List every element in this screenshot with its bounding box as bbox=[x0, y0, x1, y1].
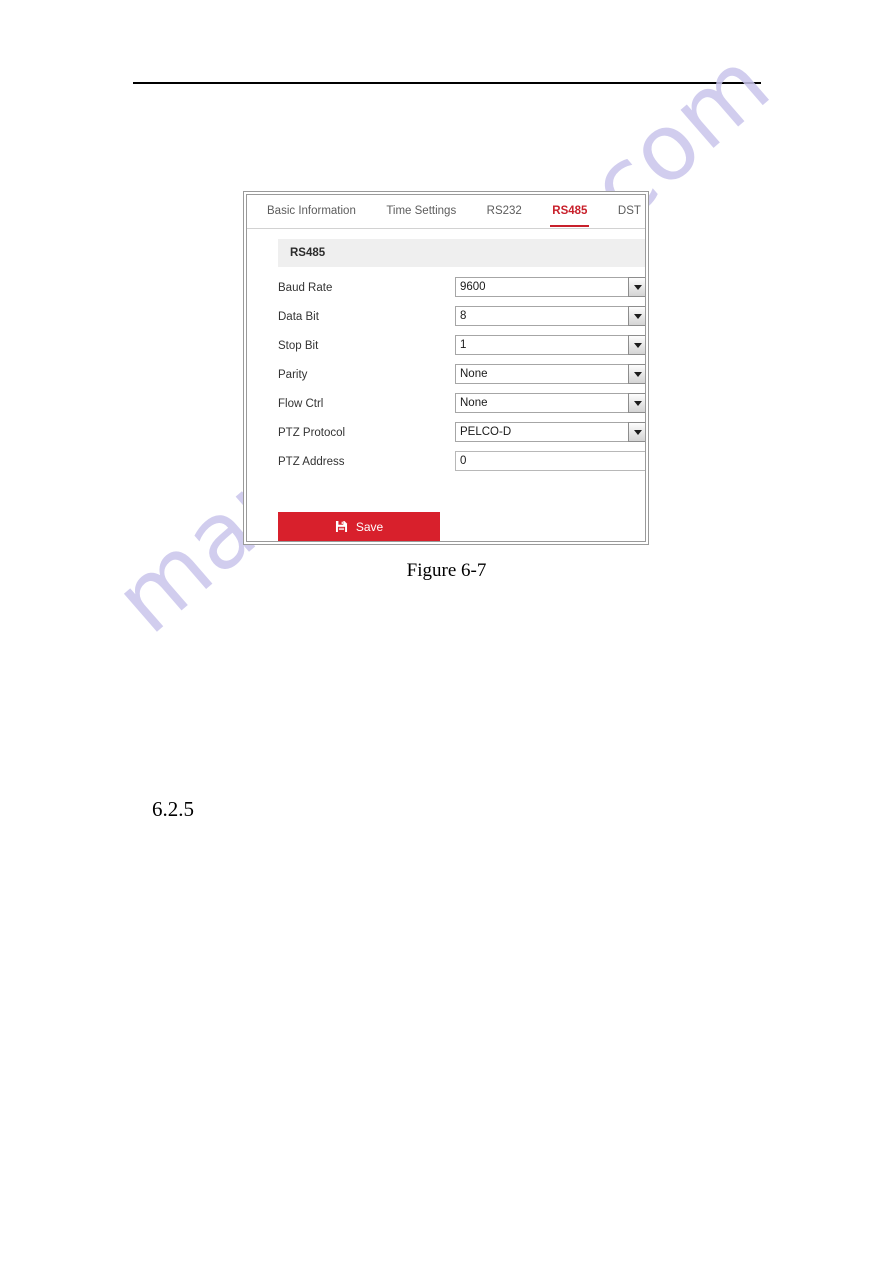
save-button[interactable]: Save bbox=[278, 512, 440, 541]
control-data-bit: 8 bbox=[455, 306, 645, 326]
tab-time-settings[interactable]: Time Settings bbox=[384, 195, 458, 228]
control-stop-bit: 1 bbox=[455, 335, 645, 355]
label-baud-rate: Baud Rate bbox=[278, 282, 333, 294]
rs485-settings-form: Baud Rate 9600 Data Bit 8 Stop Bit 1 Par… bbox=[247, 277, 645, 480]
floppy-disk-save-icon bbox=[335, 520, 348, 533]
form-row-flow-ctrl: Flow Ctrl None bbox=[278, 393, 645, 422]
control-baud-rate: 9600 bbox=[455, 277, 645, 297]
control-parity: None bbox=[455, 364, 645, 384]
section-header-rs485: RS485 bbox=[278, 239, 645, 267]
save-button-label: Save bbox=[355, 519, 384, 534]
figure-caption: Figure 6-7 bbox=[406, 560, 487, 581]
label-ptz-protocol: PTZ Protocol bbox=[278, 427, 346, 439]
tab-rs485[interactable]: RS485 bbox=[550, 195, 590, 228]
label-ptz-address: PTZ Address bbox=[278, 456, 345, 468]
manual-page: manualshive.com Basic Information Time S… bbox=[0, 0, 893, 1263]
figure-screenshot-frame: Basic Information Time Settings RS232 RS… bbox=[243, 191, 649, 545]
chevron-down-icon[interactable] bbox=[628, 422, 645, 442]
form-row-stop-bit: Stop Bit 1 bbox=[278, 335, 645, 364]
select-baud-rate[interactable]: 9600 bbox=[455, 277, 645, 297]
tab-basic-information[interactable]: Basic Information bbox=[265, 195, 358, 228]
form-row-ptz-address: PTZ Address bbox=[278, 451, 645, 480]
section-heading-number: 6.2.5 bbox=[152, 797, 194, 821]
form-row-baud-rate: Baud Rate 9600 bbox=[278, 277, 645, 306]
page-header-rule bbox=[133, 82, 761, 84]
chevron-down-icon[interactable] bbox=[628, 364, 645, 384]
control-flow-ctrl: None bbox=[455, 393, 645, 413]
screenshot-inner-panel: Basic Information Time Settings RS232 RS… bbox=[246, 194, 646, 542]
form-row-data-bit: Data Bit 8 bbox=[278, 306, 645, 335]
tab-dst[interactable]: DST bbox=[616, 195, 643, 228]
chevron-down-icon[interactable] bbox=[628, 393, 645, 413]
select-ptz-protocol[interactable]: PELCO-D bbox=[455, 422, 645, 442]
chevron-down-icon[interactable] bbox=[628, 306, 645, 326]
ptz-address-input[interactable] bbox=[455, 451, 645, 471]
select-baud-rate-value: 9600 bbox=[460, 281, 486, 293]
control-ptz-protocol: PELCO-D bbox=[455, 422, 645, 442]
select-ptz-protocol-value: PELCO-D bbox=[460, 426, 512, 438]
label-data-bit: Data Bit bbox=[278, 311, 319, 323]
label-stop-bit: Stop Bit bbox=[278, 340, 319, 352]
chevron-down-icon[interactable] bbox=[628, 277, 645, 297]
label-flow-ctrl: Flow Ctrl bbox=[278, 398, 324, 410]
save-button-area: Save bbox=[278, 512, 440, 541]
select-parity-value: None bbox=[460, 368, 488, 380]
form-row-parity: Parity None bbox=[278, 364, 645, 393]
select-data-bit-value: 8 bbox=[460, 310, 467, 322]
tab-rs232[interactable]: RS232 bbox=[485, 195, 524, 228]
chevron-down-icon[interactable] bbox=[628, 335, 645, 355]
select-data-bit[interactable]: 8 bbox=[455, 306, 645, 326]
select-flow-ctrl-value: None bbox=[460, 397, 488, 409]
form-row-ptz-protocol: PTZ Protocol PELCO-D bbox=[278, 422, 645, 451]
select-stop-bit[interactable]: 1 bbox=[455, 335, 645, 355]
select-parity[interactable]: None bbox=[455, 364, 645, 384]
label-parity: Parity bbox=[278, 369, 308, 381]
watermark-overlay: manualshive.com bbox=[0, 0, 893, 1263]
select-flow-ctrl[interactable]: None bbox=[455, 393, 645, 413]
control-ptz-address bbox=[455, 451, 645, 471]
select-stop-bit-value: 1 bbox=[460, 339, 467, 351]
settings-tab-bar: Basic Information Time Settings RS232 RS… bbox=[247, 195, 645, 229]
